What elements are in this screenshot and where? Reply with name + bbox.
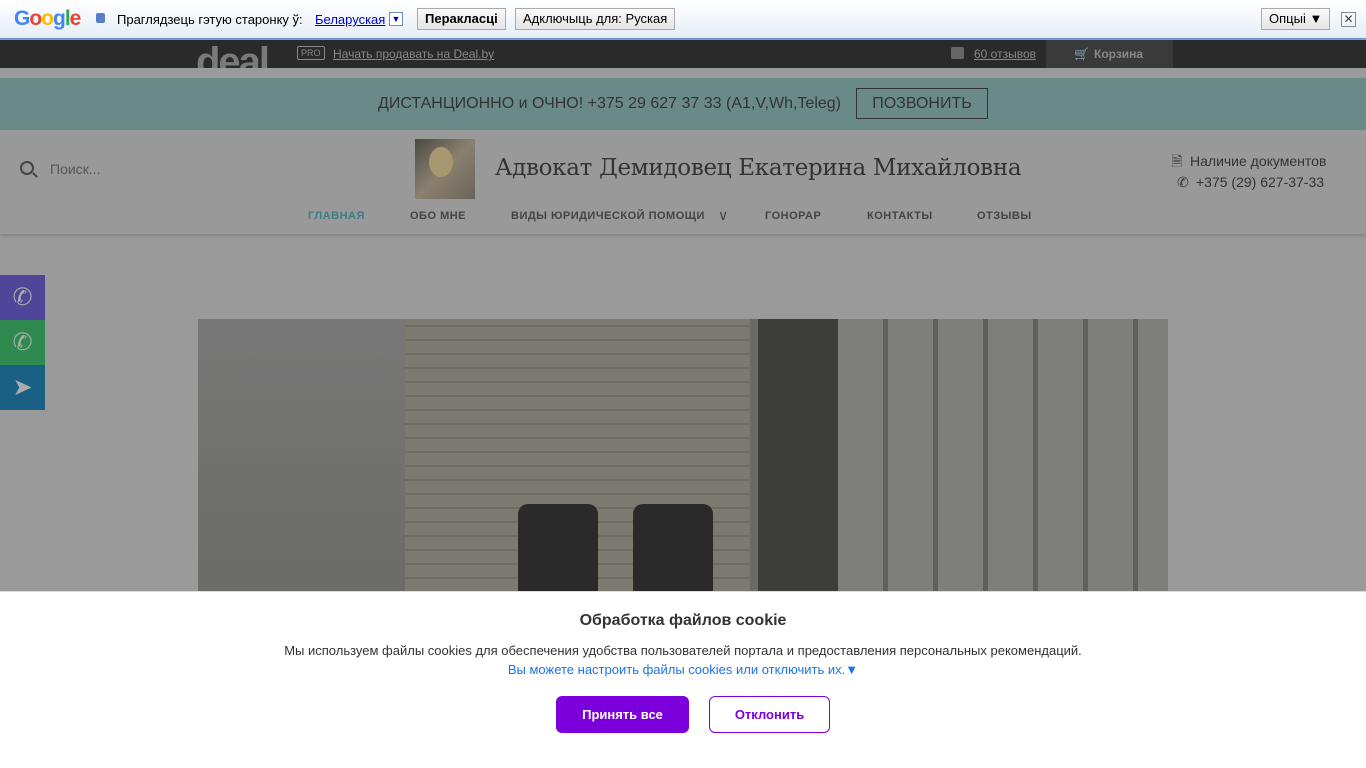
disable-translate-button[interactable]: Адключыць для: Руская bbox=[515, 8, 676, 30]
translate-button[interactable]: Перакласці bbox=[417, 8, 506, 30]
nav-item-services[interactable]: ВИДЫ ЮРИДИЧЕСКОЙ ПОМОЩИ bbox=[511, 210, 705, 222]
cart-label: Корзина bbox=[1094, 47, 1144, 61]
cookie-settings-link[interactable]: Вы можете настроить файлы cookies или от… bbox=[0, 662, 1366, 677]
pro-badge: PRO bbox=[297, 46, 325, 60]
nav-item-reviews[interactable]: ОТЗЫВЫ bbox=[977, 210, 1032, 222]
cart-icon: 🛒 bbox=[1074, 47, 1089, 61]
language-select[interactable]: Беларуская bbox=[315, 12, 385, 27]
nav-item-fee[interactable]: ГОНОРАР bbox=[765, 210, 821, 222]
deal-logo[interactable]: deal bbox=[196, 40, 268, 68]
phone-number: +375 (29) 627-37-33 bbox=[1196, 174, 1325, 190]
close-icon[interactable]: ✕ bbox=[1341, 12, 1356, 27]
google-logo: Google bbox=[14, 7, 81, 30]
start-selling-link[interactable]: Начать продавать на Deal.by bbox=[333, 47, 494, 61]
whatsapp-button[interactable]: ✆ bbox=[0, 320, 45, 365]
banner-text: ДИСТАНЦИОННО и ОЧНО! +375 29 627 37 33 (… bbox=[378, 95, 842, 112]
cookie-banner: Обработка файлов cookie Мы используем фа… bbox=[0, 591, 1366, 768]
reviews-link[interactable]: 60 отзывов bbox=[974, 47, 1036, 61]
cart-button[interactable]: 🛒 Корзина bbox=[1046, 40, 1173, 68]
reject-button[interactable]: Отклонить bbox=[709, 696, 830, 733]
lock-icon bbox=[96, 13, 105, 23]
deal-top-bar: deal PRO Начать продавать на Deal.by 60 … bbox=[0, 40, 1366, 68]
documents-link[interactable]: 🗎 Наличие документов bbox=[1170, 151, 1326, 175]
search-input[interactable] bbox=[50, 161, 250, 177]
chevron-down-icon[interactable]: ▼ bbox=[389, 12, 403, 26]
documents-label: Наличие документов bbox=[1190, 153, 1327, 169]
search-icon[interactable] bbox=[20, 161, 34, 175]
whatsapp-icon: ✆ bbox=[12, 329, 33, 356]
promo-banner: ДИСТАНЦИОННО и ОЧНО! +375 29 627 37 33 (… bbox=[0, 78, 1366, 130]
nav-item-contacts[interactable]: КОНТАКТЫ bbox=[867, 210, 933, 222]
document-icon: 🗎 bbox=[1171, 153, 1183, 169]
site-header: Адвокат Демидовец Екатерина Михайловна 🗎… bbox=[0, 130, 1366, 234]
comment-icon bbox=[951, 47, 964, 59]
cookie-description: Мы используем файлы cookies для обеспече… bbox=[284, 643, 1082, 658]
nav-item-home[interactable]: ГЛАВНАЯ bbox=[308, 210, 365, 222]
options-button[interactable]: Опцыі ▼ bbox=[1261, 8, 1331, 30]
office-photo bbox=[198, 319, 1168, 619]
telegram-button[interactable]: ➤ bbox=[0, 365, 45, 410]
call-button[interactable]: ПОЗВОНИТЬ bbox=[856, 88, 988, 119]
page-title[interactable]: Адвокат Демидовец Екатерина Михайловна bbox=[495, 155, 1022, 181]
phone-link[interactable]: ✆ +375 (29) 627-37-33 bbox=[1176, 174, 1324, 191]
cookie-title: Обработка файлов cookie bbox=[579, 612, 787, 629]
phone-icon: ✆ bbox=[1177, 174, 1189, 190]
viber-button[interactable]: ✆ bbox=[0, 275, 45, 320]
google-translate-bar: Google Праглядзець гэтую старонку ў: Бел… bbox=[0, 0, 1366, 39]
nav-item-about[interactable]: ОБО МНЕ bbox=[410, 210, 466, 222]
chevron-down-icon[interactable]: ∨ bbox=[718, 207, 729, 224]
viber-icon: ✆ bbox=[12, 284, 33, 311]
accept-all-button[interactable]: Принять все bbox=[556, 696, 689, 733]
translate-prompt: Праглядзець гэтую старонку ў: bbox=[117, 12, 303, 27]
telegram-icon: ➤ bbox=[12, 374, 33, 401]
avatar[interactable] bbox=[415, 139, 475, 199]
